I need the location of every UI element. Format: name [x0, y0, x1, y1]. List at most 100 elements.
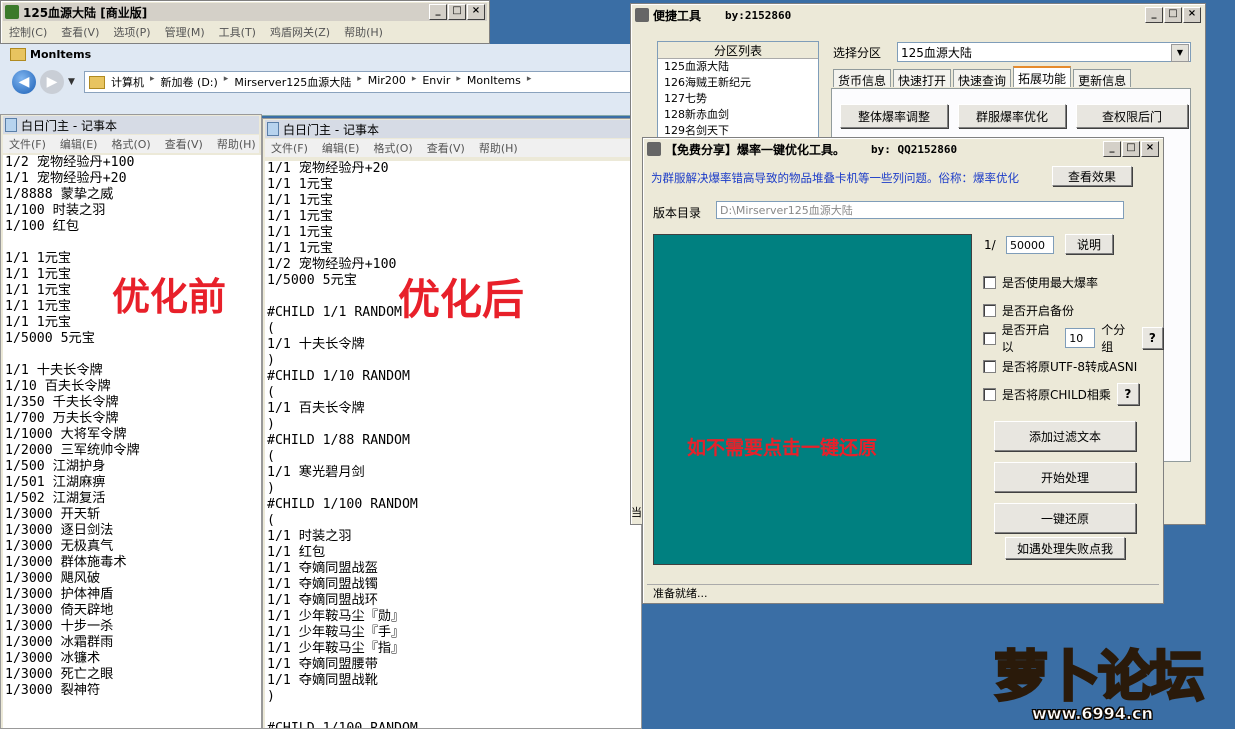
text-line: 1/3000 开天斩: [5, 507, 101, 522]
option-row: 是否开启以 10 个分组?: [983, 323, 1163, 354]
notepad-before-titlebar[interactable]: 白日门主 - 记事本: [3, 116, 259, 134]
close-icon[interactable]: ×: [1183, 7, 1201, 23]
ratio-input[interactable]: 50000: [1006, 236, 1054, 254]
quick-tool-titlebar[interactable]: 便捷工具 by:2152860 _ □ ×: [633, 6, 1203, 24]
view-effect-button[interactable]: 查看效果: [1052, 166, 1132, 186]
list-item[interactable]: 125血源大陆: [664, 59, 818, 75]
list-item[interactable]: 128新赤血剑: [664, 107, 818, 123]
optimize-tool-titlebar[interactable]: 【免费分享】爆率一键优化工具。 by: QQ2152860 _ □ ×: [645, 140, 1161, 158]
close-icon[interactable]: ×: [467, 4, 485, 20]
tab-5[interactable]: 更新信息: [1073, 69, 1132, 88]
chevron-right-icon[interactable]: ▸: [357, 74, 362, 90]
help-button[interactable]: ?: [1116, 383, 1139, 405]
text-line: 1/1 时装之羽: [267, 529, 352, 544]
breadcrumb-item[interactable]: MonItems: [467, 74, 521, 90]
list-item[interactable]: 127七势: [664, 91, 818, 107]
breadcrumb-item[interactable]: Mirserver125血源大陆: [234, 74, 351, 90]
partition-select[interactable]: 125血源大陆 ▼: [897, 42, 1191, 62]
notepad-before-text[interactable]: 1/2 宠物经验丹+100 1/1 宠物经验丹+20 1/8888 蒙挚之威 1/10…: [3, 155, 261, 728]
game-window-titlebar[interactable]: 125血源大陆 [商业版] _ □ ×: [3, 3, 487, 21]
maximize-icon[interactable]: □: [1122, 141, 1140, 157]
chevron-right-icon[interactable]: ▸: [527, 74, 532, 90]
menu-item[interactable]: 编辑(E): [60, 136, 98, 152]
menu-item[interactable]: 帮助(H): [479, 140, 518, 156]
version-path-value: D:\Mirserver125血源大陆: [720, 204, 853, 217]
game-window: 125血源大陆 [商业版] _ □ × 控制(C) 查看(V) 选项(P) 管理(M)…: [0, 0, 490, 44]
breadcrumb: 计算机 ▸ 新加卷 (D:) ▸ Mirserver125血源大陆 ▸ Mir200 ▸ Env…: [111, 74, 531, 90]
option-label: 是否开启以: [1001, 323, 1050, 354]
action-button[interactable]: 添加过滤文本: [994, 421, 1136, 451]
menu-item[interactable]: 文件(F): [9, 136, 46, 152]
menu-item[interactable]: 选项(P): [113, 24, 150, 40]
tool-button[interactable]: 整体爆率调整: [840, 104, 948, 128]
minimize-icon[interactable]: _: [1103, 141, 1121, 157]
notepad-before-window: 白日门主 - 记事本 文件(F) 编辑(E) 格式(O) 查看(V) 帮助(H) 1/2…: [0, 114, 262, 729]
breadcrumb-item[interactable]: Envir: [422, 74, 450, 90]
notepad-after-titlebar[interactable]: 白日门主 - 记事本: [265, 120, 639, 138]
chevron-right-icon[interactable]: ▸: [224, 74, 229, 90]
history-dropdown-icon[interactable]: ▼: [68, 77, 75, 87]
chevron-right-icon[interactable]: ▸: [150, 74, 155, 90]
tab-2[interactable]: 快速打开: [893, 69, 952, 88]
tool-button[interactable]: 群服爆率优化: [958, 104, 1066, 128]
checkbox[interactable]: [983, 359, 996, 373]
menu-item[interactable]: 查看(V): [427, 140, 465, 156]
menu-item[interactable]: 文件(F): [271, 140, 308, 156]
menu-item[interactable]: 鸡盾网关(Z): [270, 24, 330, 40]
checkbox[interactable]: [983, 303, 996, 317]
text-line: 1/1000 大将军令牌: [5, 427, 127, 442]
maximize-icon[interactable]: □: [1164, 7, 1182, 23]
back-icon[interactable]: ◀: [12, 70, 36, 94]
optimize-tool-window: 【免费分享】爆率一键优化工具。 by: QQ2152860 _ □ × 为群服解…: [642, 137, 1164, 604]
breadcrumb-item[interactable]: 计算机: [111, 74, 144, 90]
minimize-icon[interactable]: _: [1145, 7, 1163, 23]
menu-item[interactable]: 格式(O): [373, 140, 412, 156]
help-button[interactable]: ?: [1141, 327, 1163, 349]
text-line: 1/1 宠物经验丹+20: [267, 161, 389, 176]
fail-help-button[interactable]: 如遇处理失败点我: [1005, 537, 1125, 559]
address-bar[interactable]: 计算机 ▸ 新加卷 (D:) ▸ Mirserver125血源大陆 ▸ Mir200 ▸ Env…: [84, 71, 640, 93]
tab-3[interactable]: 快速查询: [953, 69, 1012, 88]
menu-item[interactable]: 管理(M): [165, 24, 205, 40]
tab-4[interactable]: 拓展功能: [1013, 66, 1072, 87]
partition-list[interactable]: 分区列表 125血源大陆 126海贼王新纪元 127七势 128新赤血剑 129名剑天下: [657, 41, 819, 141]
checkbox[interactable]: [983, 275, 996, 289]
menu-item[interactable]: 查看(V): [61, 24, 99, 40]
group-count-input[interactable]: 10: [1065, 328, 1096, 348]
version-path-input[interactable]: D:\Mirserver125血源大陆: [716, 201, 1124, 219]
menu-item[interactable]: 工具(T): [219, 24, 256, 40]
chevron-down-icon[interactable]: ▼: [1171, 44, 1189, 62]
text-line: 1/1 寒光碧月剑: [267, 465, 365, 480]
maximize-icon[interactable]: □: [448, 4, 466, 20]
action-button[interactable]: 开始处理: [994, 462, 1136, 492]
menu-item[interactable]: 控制(C): [9, 24, 47, 40]
menu-item[interactable]: 格式(O): [111, 136, 150, 152]
menu-item[interactable]: 编辑(E): [322, 140, 360, 156]
checkbox[interactable]: [983, 387, 996, 401]
text-line: 1/350 千夫长令牌: [5, 395, 119, 410]
menu-item[interactable]: 查看(V): [165, 136, 203, 152]
text-line: #CHILD 1/100 RANDOM: [267, 721, 641, 728]
action-button[interactable]: 一键还原: [994, 503, 1136, 533]
menu-item[interactable]: 帮助(H): [344, 24, 383, 40]
forward-icon[interactable]: ▶: [40, 70, 64, 94]
breadcrumb-item[interactable]: Mir200: [368, 74, 406, 90]
breadcrumb-item[interactable]: 新加卷 (D:): [161, 74, 218, 90]
tab-1[interactable]: 货币信息: [833, 69, 892, 88]
minimize-icon[interactable]: _: [429, 4, 447, 20]
text-line: 1/3000 死亡之眼: [5, 667, 114, 682]
option-label: 是否将原UTF-8转成ASNI: [1002, 359, 1138, 374]
app-icon: [635, 8, 649, 22]
menu-item[interactable]: 帮助(H): [217, 136, 256, 152]
close-icon[interactable]: ×: [1141, 141, 1159, 157]
checkbox[interactable]: [983, 331, 996, 345]
notepad-after-text[interactable]: 1/1 宠物经验丹+20 1/1 1元宝 1/1 1元宝 1/1 1元宝 1/1 1元宝…: [265, 161, 641, 728]
tool-button[interactable]: 查权限后门: [1076, 104, 1188, 128]
partition-select-value: 125血源大陆: [901, 45, 972, 60]
output-panel: 如不需要点击一键还原: [653, 234, 972, 565]
list-item[interactable]: 126海贼王新纪元: [664, 75, 818, 91]
explain-button[interactable]: 说明: [1065, 234, 1113, 254]
chevron-right-icon[interactable]: ▸: [412, 74, 417, 90]
chevron-right-icon[interactable]: ▸: [456, 74, 461, 90]
text-line: 1/2000 三军统帅令牌: [5, 443, 140, 458]
